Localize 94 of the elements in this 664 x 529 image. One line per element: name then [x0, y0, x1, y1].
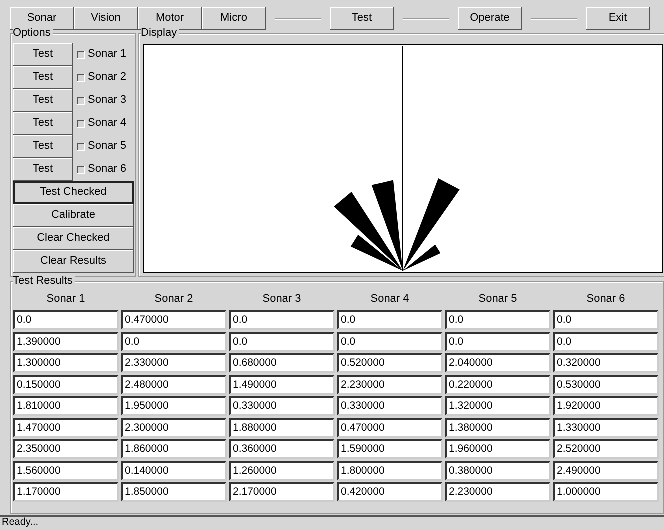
result-field[interactable]: 0.680000: [229, 353, 335, 373]
result-field[interactable]: 0.520000: [337, 353, 443, 373]
result-field[interactable]: 0.0: [553, 332, 659, 352]
result-field[interactable]: 1.850000: [121, 482, 227, 502]
column-header: Sonar 2: [154, 292, 194, 307]
toolbar-separator: [531, 18, 577, 20]
result-field[interactable]: 1.960000: [445, 439, 551, 459]
result-field[interactable]: 0.530000: [553, 374, 659, 394]
column-header: Sonar 6: [586, 292, 626, 307]
result-field[interactable]: 1.470000: [13, 418, 119, 438]
result-field[interactable]: 0.0: [121, 332, 227, 352]
column-header: Sonar 4: [370, 292, 410, 307]
test-button[interactable]: Test: [13, 135, 73, 158]
checkbox-label: Sonar 6: [88, 162, 127, 178]
result-field[interactable]: 1.800000: [337, 460, 443, 480]
result-field[interactable]: 0.220000: [445, 374, 551, 394]
result-field[interactable]: 2.480000: [121, 374, 227, 394]
checkbox[interactable]: [77, 120, 85, 128]
checkbox-label: Sonar 3: [88, 93, 127, 108]
result-field[interactable]: 0.140000: [121, 460, 227, 480]
column-header: Sonar 1: [46, 292, 86, 307]
result-field[interactable]: 2.330000: [121, 353, 227, 373]
result-field[interactable]: 1.300000: [13, 353, 119, 373]
result-field[interactable]: 1.490000: [229, 374, 335, 394]
column-header: Sonar 5: [478, 292, 518, 307]
action-button[interactable]: Clear Results: [13, 250, 134, 273]
result-field[interactable]: 0.0: [553, 310, 659, 330]
result-field[interactable]: 1.860000: [121, 439, 227, 459]
result-field[interactable]: 0.470000: [337, 418, 443, 438]
result-field[interactable]: 1.590000: [337, 439, 443, 459]
result-field[interactable]: 0.150000: [13, 374, 119, 394]
result-field[interactable]: 0.0: [445, 332, 551, 352]
checkbox-label: Sonar 1: [88, 47, 127, 62]
toolbar-button[interactable]: Micro: [202, 7, 266, 30]
result-field[interactable]: 0.0: [229, 332, 335, 352]
result-field[interactable]: 2.520000: [553, 439, 659, 459]
column-header: Sonar 3: [262, 292, 302, 307]
toolbar-separator: [275, 18, 321, 20]
result-field[interactable]: 0.380000: [445, 460, 551, 480]
result-field[interactable]: 1.320000: [445, 396, 551, 416]
result-field[interactable]: 1.810000: [13, 396, 119, 416]
checkbox-label: Sonar 4: [88, 116, 127, 132]
test-button[interactable]: Test: [13, 66, 73, 89]
checkbox[interactable]: [77, 166, 85, 174]
result-field[interactable]: 2.230000: [445, 482, 551, 502]
result-field[interactable]: 2.170000: [229, 482, 335, 502]
result-field[interactable]: 0.420000: [337, 482, 443, 502]
action-button[interactable]: Test Checked: [13, 181, 134, 204]
result-field[interactable]: 2.040000: [445, 353, 551, 373]
checkbox[interactable]: [77, 50, 85, 58]
action-button[interactable]: Clear Checked: [13, 227, 134, 250]
result-field[interactable]: 1.920000: [553, 396, 659, 416]
result-field[interactable]: 0.320000: [553, 353, 659, 373]
test-button[interactable]: Test: [13, 112, 73, 135]
result-field[interactable]: 0.0: [13, 310, 119, 330]
result-field[interactable]: 1.880000: [229, 418, 335, 438]
result-field[interactable]: 1.000000: [553, 482, 659, 502]
result-field[interactable]: 1.560000: [13, 460, 119, 480]
checkbox[interactable]: [77, 142, 85, 150]
result-field[interactable]: 0.0: [337, 310, 443, 330]
checkbox-label: Sonar 2: [88, 70, 127, 86]
checkbox-label: Sonar 5: [88, 139, 127, 154]
result-field[interactable]: 1.260000: [229, 460, 335, 480]
frame-title: Options: [13, 27, 53, 39]
result-field[interactable]: 2.350000: [13, 439, 119, 459]
test-button[interactable]: Test: [13, 89, 73, 112]
result-field[interactable]: 0.0: [337, 332, 443, 352]
checkbox[interactable]: [77, 74, 85, 82]
toolbar-button[interactable]: Operate: [458, 7, 522, 30]
result-field[interactable]: 1.330000: [553, 418, 659, 438]
toolbar-button[interactable]: Test: [330, 7, 394, 30]
frame-title: Test Results: [13, 275, 75, 287]
checkbox[interactable]: [77, 96, 85, 104]
result-field[interactable]: 0.0: [229, 310, 335, 330]
result-field[interactable]: 1.390000: [13, 332, 119, 352]
test-button[interactable]: Test: [13, 43, 73, 66]
result-field[interactable]: 0.360000: [229, 439, 335, 459]
result-field[interactable]: 0.330000: [337, 396, 443, 416]
result-field[interactable]: 2.490000: [553, 460, 659, 480]
toolbar-button[interactable]: Exit: [586, 7, 650, 30]
result-field[interactable]: 0.330000: [229, 396, 335, 416]
result-field[interactable]: 1.170000: [13, 482, 119, 502]
result-field[interactable]: 1.380000: [445, 418, 551, 438]
toolbar-separator: [403, 18, 449, 20]
action-button[interactable]: Calibrate: [13, 204, 134, 227]
test-button[interactable]: Test: [13, 158, 73, 181]
status-text: Ready...: [2, 517, 38, 528]
result-field[interactable]: 2.230000: [337, 374, 443, 394]
result-field[interactable]: 2.300000: [121, 418, 227, 438]
result-field[interactable]: 0.470000: [121, 310, 227, 330]
frame-title: Display: [141, 27, 180, 39]
result-field[interactable]: 0.0: [445, 310, 551, 330]
toolbar-button[interactable]: Vision: [74, 7, 138, 30]
result-field[interactable]: 1.950000: [121, 396, 227, 416]
